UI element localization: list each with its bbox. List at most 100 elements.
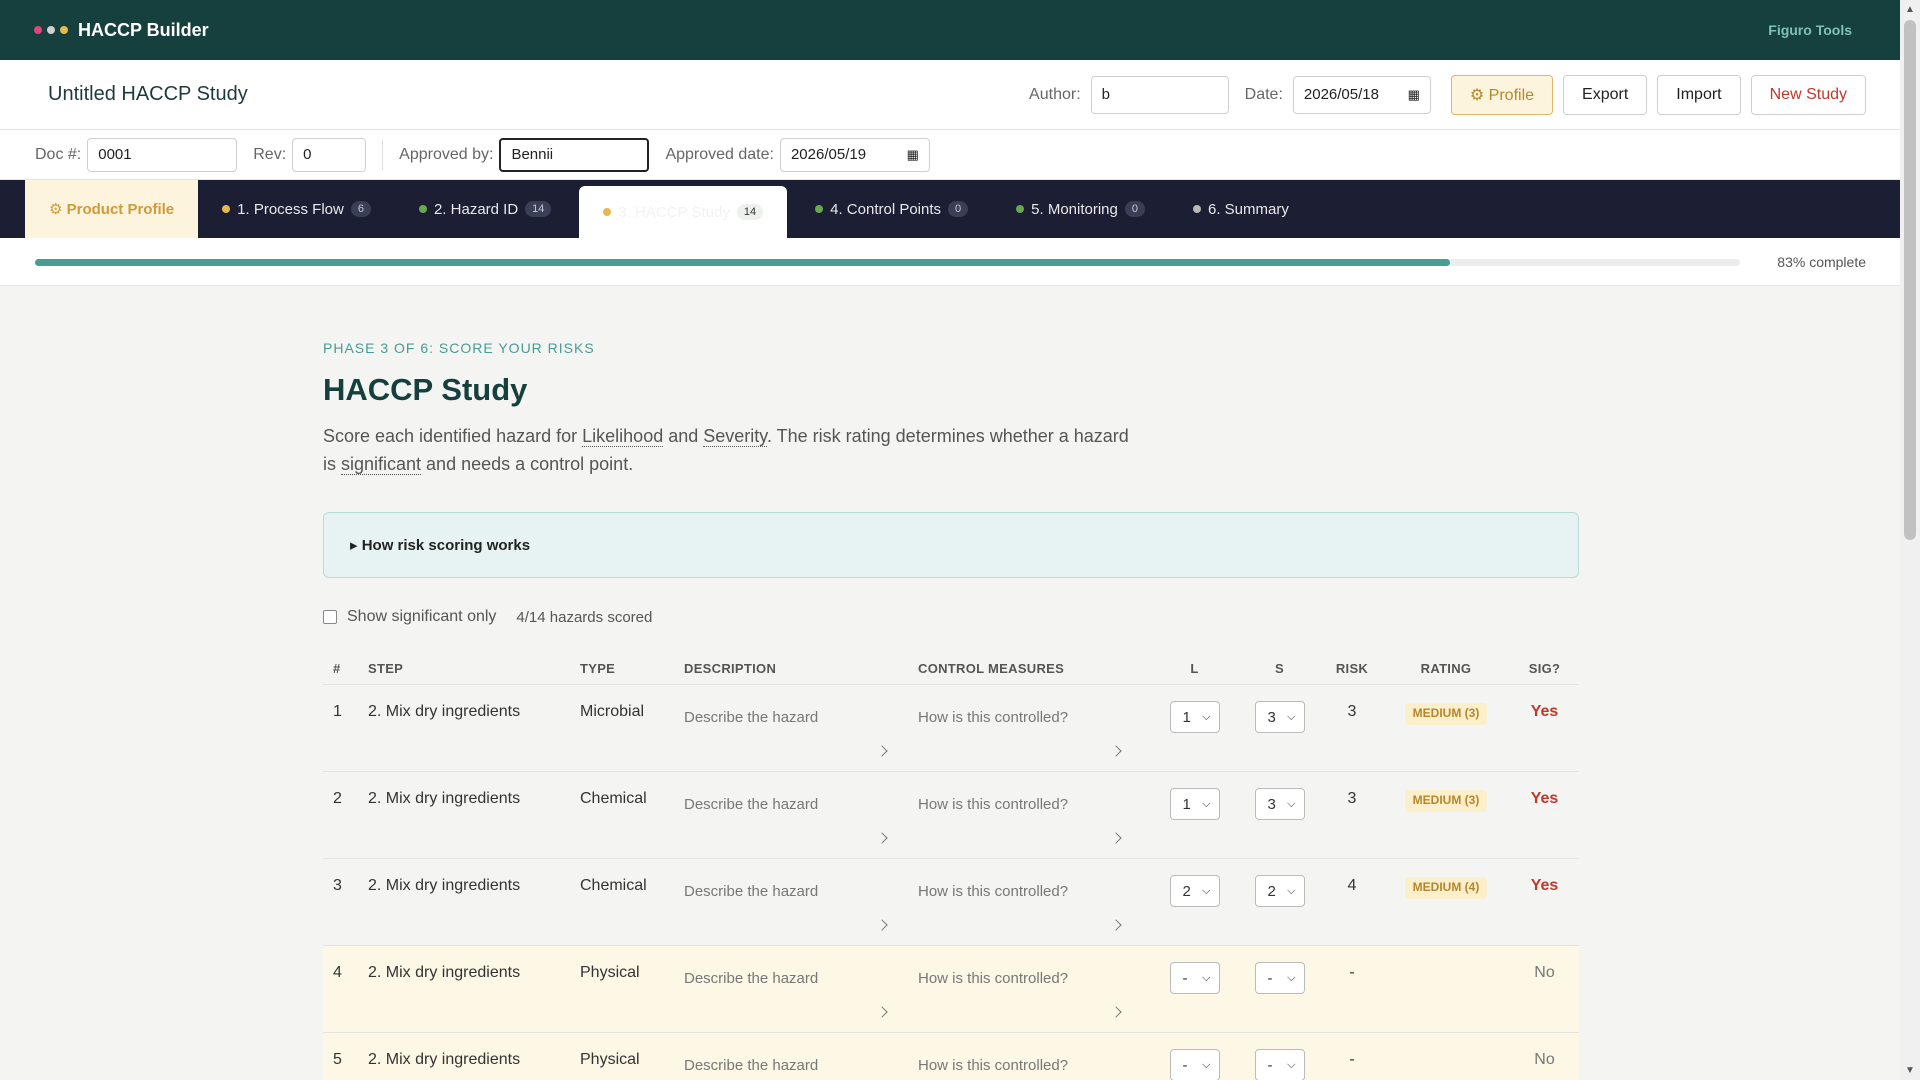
row-l-cell: 1 ⌵ [1152,772,1237,858]
resize-grip-icon[interactable] [876,745,888,757]
tab-label: 5. Monitoring [1031,200,1118,218]
row-risk: 3 [1347,703,1357,720]
description-textarea[interactable]: Describe the hazard [674,786,894,848]
severity-select[interactable]: - ⌵ [1254,962,1305,994]
term-likelihood[interactable]: Likelihood [582,426,664,447]
calendar-icon[interactable]: ▦ [1408,87,1420,103]
dot-yellow [60,26,68,34]
new-study-button[interactable]: New Study [1750,74,1866,115]
author-input[interactable]: b [1090,75,1229,114]
row-step: 2. Mix dry ingredients [368,1051,521,1068]
control-measures-textarea[interactable]: How is this controlled? [908,1047,1128,1080]
tab-monitoring[interactable]: 5. Monitoring 0 [992,180,1169,238]
approved-date-input[interactable]: 2026/05/19 ▦ [779,137,930,172]
control-measures-textarea[interactable]: How is this controlled? [908,699,1128,761]
rev-value: 0 [303,146,312,163]
tab-count-badge: 0 [948,201,969,217]
chevron-down-icon: ⌵ [1287,884,1296,897]
page-scrollbar[interactable]: ▲ ▼ [1900,0,1920,1080]
description-textarea[interactable]: Describe the hazard [674,1047,894,1080]
import-button[interactable]: Import [1657,74,1741,115]
severity-select[interactable]: 3 ⌵ [1254,788,1305,820]
rev-input[interactable]: 0 [292,137,367,172]
resize-grip-icon[interactable] [876,1006,888,1018]
row-description-cell: Describe the hazard [684,1033,918,1080]
description-placeholder: Describe the hazard [684,796,819,813]
description-textarea[interactable]: Describe the hazard [674,873,894,935]
control-placeholder: How is this controlled? [918,1057,1069,1074]
term-significant[interactable]: significant [341,454,422,475]
row-type: Physical [580,964,640,981]
row-control-cell: How is this controlled? [918,859,1152,945]
header-sig: SIG? [1528,660,1561,676]
resize-grip-icon[interactable] [1110,1006,1122,1018]
status-dot-icon [815,205,824,213]
description-textarea[interactable]: Describe the hazard [674,960,894,1022]
date-input[interactable]: 2026/05/18 ▦ [1292,75,1431,114]
tab-product-profile[interactable]: ⚙ Product Profile [25,180,199,238]
tab-process-flow[interactable]: 1. Process Flow 6 [198,180,395,238]
tab-summary[interactable]: 6. Summary [1169,180,1313,238]
row-type: Chemical [580,877,647,894]
header-l: L [1190,660,1199,676]
row-step: 2. Mix dry ingredients [368,877,521,894]
author-label: Author: [1029,85,1081,103]
severity-value: - [1267,969,1273,987]
intro-part: and needs a control point. [421,454,634,474]
likelihood-value: - [1182,969,1188,987]
control-placeholder: How is this controlled? [918,883,1069,900]
rev-label: Rev: [253,145,287,163]
control-placeholder: How is this controlled? [918,796,1069,813]
calendar-icon[interactable]: ▦ [907,147,919,163]
description-textarea[interactable]: Describe the hazard [674,699,894,761]
scrollbar-thumb[interactable] [1904,20,1916,540]
approved-by-value: Bennii [511,146,554,163]
resize-grip-icon[interactable] [876,832,888,844]
scroll-up-icon[interactable]: ▲ [1905,4,1915,15]
control-measures-textarea[interactable]: How is this controlled? [908,960,1128,1022]
divider [382,139,384,170]
tab-label: 6. Summary [1207,200,1289,218]
likelihood-select[interactable]: 2 ⌵ [1169,875,1220,907]
likelihood-select[interactable]: - ⌵ [1169,1049,1220,1080]
progress-track [35,259,1740,266]
tab-haccp-study[interactable]: 3. HACCP Study 14 [579,186,788,238]
export-button[interactable]: Export [1563,74,1648,115]
show-significant-checkbox[interactable] [323,610,337,624]
tab-control-points[interactable]: 4. Control Points 0 [791,180,992,238]
row-l-cell: 2 ⌵ [1152,859,1237,945]
rating-badge: MEDIUM (3) [1404,790,1488,812]
resize-grip-icon[interactable] [1110,919,1122,931]
row-step: 2. Mix dry ingredients [368,964,521,981]
chevron-down-icon: ⌵ [1287,797,1296,810]
row-l-cell: - ⌵ [1152,1033,1237,1080]
risk-scoring-disclosure[interactable]: ▸ How risk scoring works [323,512,1579,578]
profile-button[interactable]: ⚙ Profile [1450,74,1554,115]
description-placeholder: Describe the hazard [684,883,819,900]
approved-by-input[interactable]: Bennii [499,137,650,172]
row-type: Microbial [580,703,645,720]
study-title[interactable]: Untitled HACCP Study [48,83,248,106]
row-control-cell: How is this controlled? [918,772,1152,858]
tab-hazard-id[interactable]: 2. Hazard ID 14 [395,180,575,238]
severity-select[interactable]: - ⌵ [1254,1049,1305,1080]
likelihood-select[interactable]: 1 ⌵ [1169,788,1220,820]
row-significant: Yes [1530,877,1559,894]
doc-number-input[interactable]: 0001 [87,137,238,172]
control-measures-textarea[interactable]: How is this controlled? [908,786,1128,848]
row-rating-cell [1382,1033,1510,1080]
likelihood-select[interactable]: - ⌵ [1169,962,1220,994]
severity-select[interactable]: 2 ⌵ [1254,875,1305,907]
resize-grip-icon[interactable] [876,919,888,931]
app-title: HACCP Builder [78,19,209,40]
severity-select[interactable]: 3 ⌵ [1254,701,1305,733]
figuro-tools-link[interactable]: Figuro Tools [1768,22,1852,38]
control-placeholder: How is this controlled? [918,709,1069,726]
resize-grip-icon[interactable] [1110,832,1122,844]
show-significant-label[interactable]: Show significant only [347,608,496,626]
resize-grip-icon[interactable] [1110,745,1122,757]
likelihood-select[interactable]: 1 ⌵ [1169,701,1220,733]
term-severity[interactable]: Severity [703,426,767,447]
control-measures-textarea[interactable]: How is this controlled? [908,873,1128,935]
scroll-down-icon[interactable]: ▼ [1905,1065,1915,1076]
